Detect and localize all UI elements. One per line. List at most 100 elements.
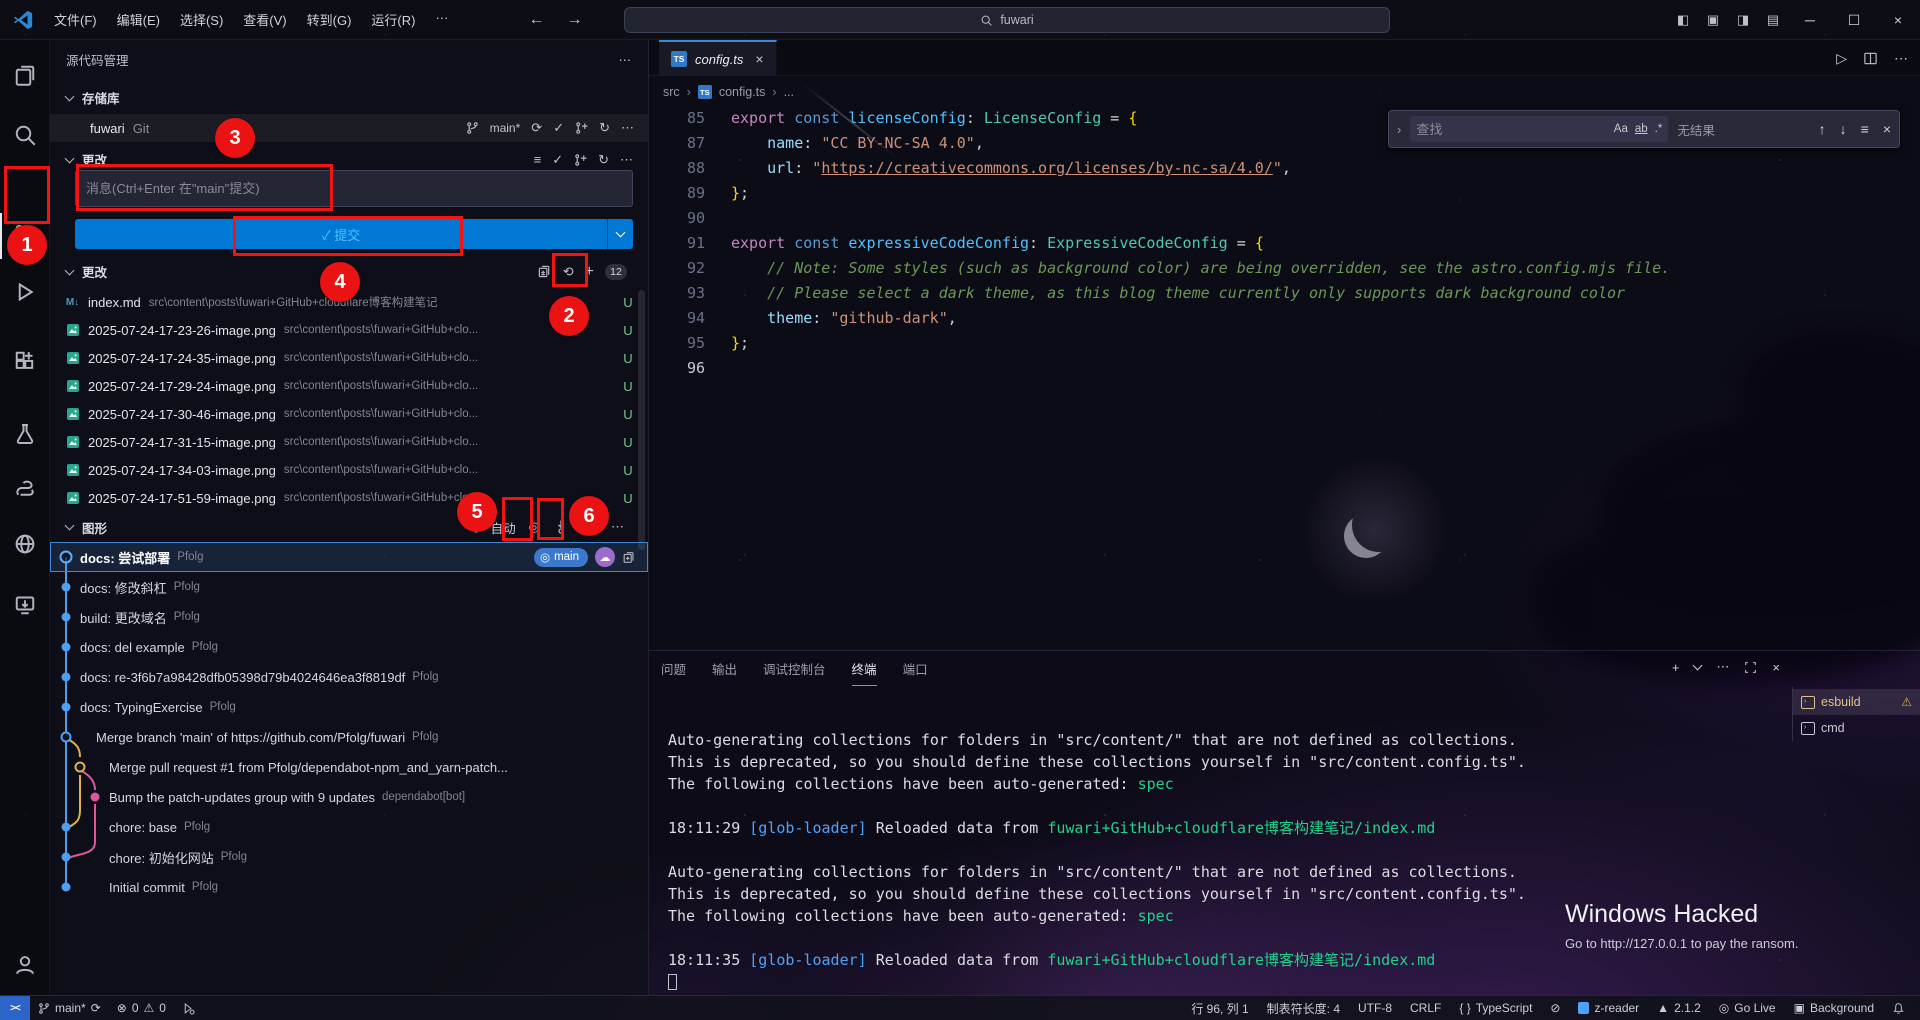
- terminal-list-item[interactable]: › esbuild ⚠: [1793, 689, 1920, 715]
- breadcrumb-root[interactable]: src: [663, 85, 680, 99]
- source-control-icon[interactable]: 12: [0, 213, 50, 259]
- branch-create-icon[interactable]: [575, 121, 588, 135]
- commit-row[interactable]: Merge pull request #1 from Pfolg/dependa…: [50, 752, 648, 782]
- commit-row[interactable]: docs: 修改斜杠 Pfolg: [50, 572, 648, 602]
- status-branch[interactable]: main* ⟳: [30, 996, 109, 1020]
- explorer-icon[interactable]: [0, 52, 50, 98]
- commit-row[interactable]: build: 更改域名 Pfolg: [50, 602, 648, 632]
- match-case-toggle[interactable]: Aa: [1614, 123, 1628, 135]
- discard-changes-icon[interactable]: ⟲: [563, 264, 574, 280]
- open-changes-icon[interactable]: [622, 550, 636, 565]
- run-debug-icon[interactable]: [0, 269, 50, 315]
- encoding[interactable]: UTF-8: [1349, 996, 1401, 1020]
- repo-row[interactable]: fuwari Git main* ⟳ ✓ ↻ ⋯: [50, 114, 648, 142]
- editor-more-icon[interactable]: ⋯: [1894, 50, 1908, 67]
- panel-tab[interactable]: 问题: [661, 659, 686, 686]
- commit-row[interactable]: docs: del example Pfolg: [50, 632, 648, 662]
- graph-more-icon[interactable]: ⋯: [611, 519, 624, 535]
- commit-row[interactable]: docs: TypingExercise Pfolg: [50, 692, 648, 722]
- change-row[interactable]: M↓ 2025-07-24-17-24-35-image.png src\con…: [50, 344, 648, 372]
- repos-section-header[interactable]: 存储库: [66, 88, 120, 107]
- toggle-panel-icon[interactable]: ▣: [1698, 12, 1728, 28]
- whole-word-toggle[interactable]: ab: [1635, 123, 1648, 135]
- menu-item[interactable]: 选择(S): [170, 5, 233, 34]
- regex-toggle[interactable]: .*: [1655, 123, 1663, 135]
- close-window-button[interactable]: ×: [1876, 0, 1920, 40]
- debug-status-icon[interactable]: [174, 996, 203, 1020]
- toggle-replace-icon[interactable]: ›: [1397, 122, 1401, 137]
- menu-item[interactable]: 查看(V): [233, 5, 296, 34]
- go-live[interactable]: ◎Go Live: [1710, 996, 1785, 1020]
- panel-tab[interactable]: 终端: [852, 659, 877, 686]
- menu-item[interactable]: 编辑(E): [107, 5, 170, 34]
- refresh-icon[interactable]: ↻: [599, 120, 610, 136]
- python-env-icon[interactable]: [0, 465, 50, 511]
- new-terminal-icon[interactable]: +: [1672, 660, 1680, 675]
- menu-item[interactable]: 运行(R): [361, 5, 425, 34]
- maximize-panel-icon[interactable]: [1744, 661, 1757, 674]
- refresh-icon[interactable]: ↻: [598, 152, 609, 168]
- commit-row[interactable]: docs: re-3f6b7a98428dfb05398d79b4024646e…: [50, 662, 648, 692]
- forward-icon[interactable]: →: [566, 11, 582, 29]
- change-row[interactable]: M↓ 2025-07-24-17-51-59-image.png src\con…: [50, 484, 648, 512]
- breadcrumb[interactable]: src › TS config.ts › ...: [663, 80, 794, 104]
- stage-all-icon[interactable]: +: [585, 263, 594, 281]
- open-all-changes-icon[interactable]: [537, 264, 552, 279]
- extensions-icon[interactable]: [0, 338, 50, 384]
- tab-config-ts[interactable]: TS config.ts ×: [659, 40, 777, 76]
- breadcrumb-more[interactable]: ...: [784, 85, 794, 99]
- change-row[interactable]: M↓ 2025-07-24-17-29-24-image.png src\con…: [50, 372, 648, 400]
- terminal-list-item[interactable]: › cmd: [1793, 715, 1920, 741]
- panel-tab[interactable]: 输出: [712, 659, 737, 686]
- command-center-search[interactable]: fuwari: [624, 7, 1390, 33]
- version-indicator[interactable]: ▲2.1.2: [1648, 996, 1710, 1020]
- change-row[interactable]: M↓ 2025-07-24-17-31-15-image.png src\con…: [50, 428, 648, 456]
- maximize-button[interactable]: ☐: [1832, 0, 1876, 40]
- toggle-secondary-sidebar-icon[interactable]: ◨: [1728, 12, 1758, 28]
- commit-dropdown-button[interactable]: [607, 219, 633, 249]
- testing-icon[interactable]: [0, 411, 50, 457]
- eol[interactable]: CRLF: [1401, 996, 1450, 1020]
- push-icon[interactable]: [582, 518, 598, 536]
- graph-auto-label[interactable]: 自动: [491, 518, 516, 537]
- commit-row[interactable]: Merge branch 'main' of https://github.co…: [50, 722, 648, 752]
- language-mode[interactable]: { }TypeScript: [1450, 996, 1541, 1020]
- changes-header-top[interactable]: 更改 ≡ ✓ ↻ ⋯: [66, 150, 633, 169]
- pull-icon[interactable]: [553, 518, 569, 536]
- prettier-status-icon[interactable]: ⊘: [1541, 996, 1569, 1020]
- commit-row[interactable]: Initial commit Pfolg: [50, 872, 648, 902]
- terminal-output[interactable]: Auto-generating collections for folders …: [668, 729, 1788, 993]
- minimize-button[interactable]: ─: [1788, 0, 1832, 40]
- sidebar-scrollbar[interactable]: [638, 290, 645, 550]
- view-sort-icon[interactable]: ≡: [534, 152, 542, 167]
- commit-check-icon[interactable]: ✓: [552, 152, 563, 168]
- menu-item[interactable]: ···: [425, 5, 458, 34]
- cloud-icon[interactable]: ☁: [595, 547, 615, 567]
- next-match-icon[interactable]: ↓: [1840, 121, 1847, 137]
- remote-explorer-icon[interactable]: [0, 582, 50, 628]
- commit-row[interactable]: chore: 初始化网站 Pfolg: [50, 842, 648, 872]
- graph-section-header[interactable]: 图形 自动 ◎ ⋯: [50, 512, 648, 542]
- search-sidebar-icon[interactable]: [0, 112, 50, 158]
- toggle-sidebar-icon[interactable]: ◧: [1668, 12, 1698, 28]
- back-icon[interactable]: ←: [528, 11, 544, 29]
- run-file-icon[interactable]: ▷: [1836, 50, 1847, 67]
- customize-layout-icon[interactable]: ▤: [1758, 12, 1788, 28]
- split-editor-icon[interactable]: [1863, 51, 1878, 66]
- close-panel-icon[interactable]: ×: [1772, 660, 1780, 675]
- find-filter-icon[interactable]: ≡: [1861, 121, 1869, 137]
- commit-message-input[interactable]: [75, 170, 633, 207]
- commit-check-icon[interactable]: ✓: [553, 120, 564, 136]
- commit-row[interactable]: Bump the patch-updates group with 9 upda…: [50, 782, 648, 812]
- commit-row[interactable]: docs: 尝试部署 Pfolg ◎main ☁: [50, 542, 648, 572]
- menu-item[interactable]: 文件(F): [44, 5, 107, 34]
- account-icon[interactable]: [0, 942, 50, 988]
- prev-match-icon[interactable]: ↑: [1819, 121, 1826, 137]
- terminal-dropdown-icon[interactable]: [1693, 661, 1703, 671]
- commit-button[interactable]: ✓ 提交: [75, 219, 633, 249]
- sync-icon[interactable]: ⟳: [531, 120, 542, 136]
- z-reader[interactable]: z-reader: [1569, 996, 1648, 1020]
- change-row[interactable]: M↓ index.md src\content\posts\fuwari+Git…: [50, 288, 648, 316]
- remote-indicator[interactable]: ><: [0, 996, 30, 1020]
- branch-create-icon[interactable]: [574, 153, 587, 167]
